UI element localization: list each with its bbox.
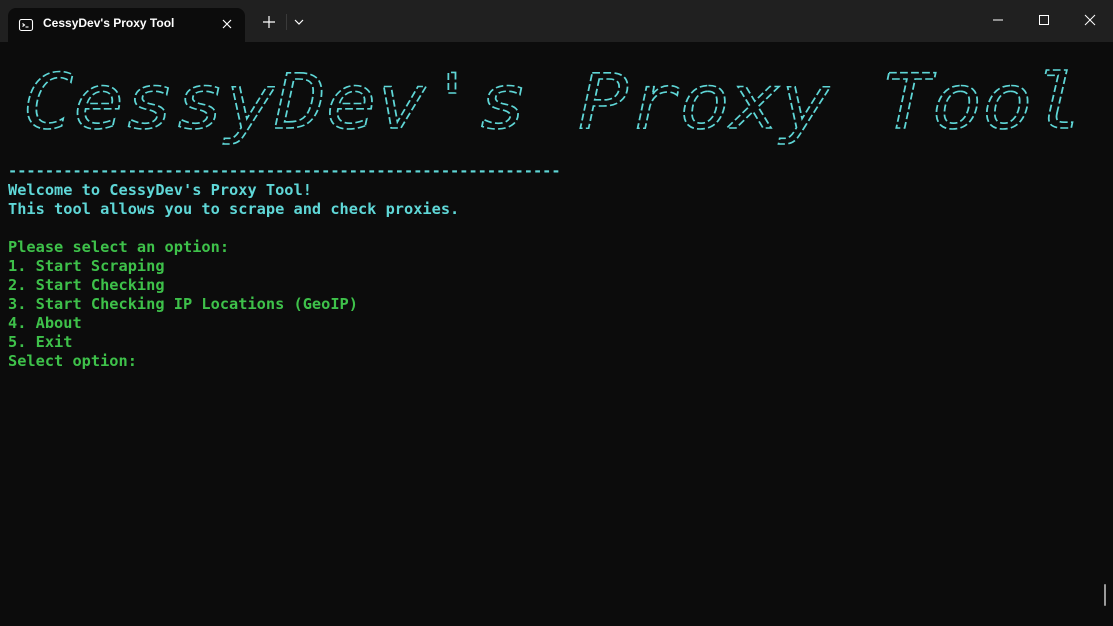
terminal-window: CessyDev's Proxy Tool CessyDev's Proxy T… [0,0,1113,626]
menu-option-exit: 5. Exit [8,333,73,351]
tab-separator [286,14,287,30]
ascii-art-banner: CessyDev's Proxy Tool [22,56,1084,147]
console-lines: ----------------------------------------… [8,162,561,371]
terminal-output[interactable]: CessyDev's Proxy Tool ------------------… [0,42,1113,626]
terminal-icon [18,18,34,32]
new-tab-plus-icon[interactable] [259,12,279,32]
tab-title: CessyDev's Proxy Tool [43,16,175,30]
menu-option-scraping: 1. Start Scraping [8,257,165,275]
input-prompt[interactable]: Select option: [8,352,561,371]
chevron-down-icon[interactable] [290,13,308,31]
close-icon [1084,14,1096,26]
close-window-button[interactable] [1067,0,1113,40]
description-text: This tool allows you to scrape and check… [8,200,460,218]
menu-option-about: 4. About [8,314,82,332]
tab-active[interactable]: CessyDev's Proxy Tool [8,8,245,42]
separator-line: ----------------------------------------… [8,162,561,180]
menu-option-checking: 2. Start Checking [8,276,165,294]
menu-option-geoip: 3. Start Checking IP Locations (GeoIP) [8,295,358,313]
scrollbar-thumb[interactable] [1104,584,1106,606]
welcome-text: Welcome to CessyDev's Proxy Tool! [8,181,312,199]
maximize-button[interactable] [1021,0,1067,40]
minimize-icon [993,19,1003,21]
banner-text: CessyDev's Proxy Tool [23,57,1083,146]
title-bar: CessyDev's Proxy Tool [0,0,1113,42]
close-tab-icon[interactable] [219,16,235,32]
minimize-button[interactable] [975,0,1021,40]
menu-prompt: Please select an option: [8,238,230,256]
maximize-icon [1039,15,1049,25]
